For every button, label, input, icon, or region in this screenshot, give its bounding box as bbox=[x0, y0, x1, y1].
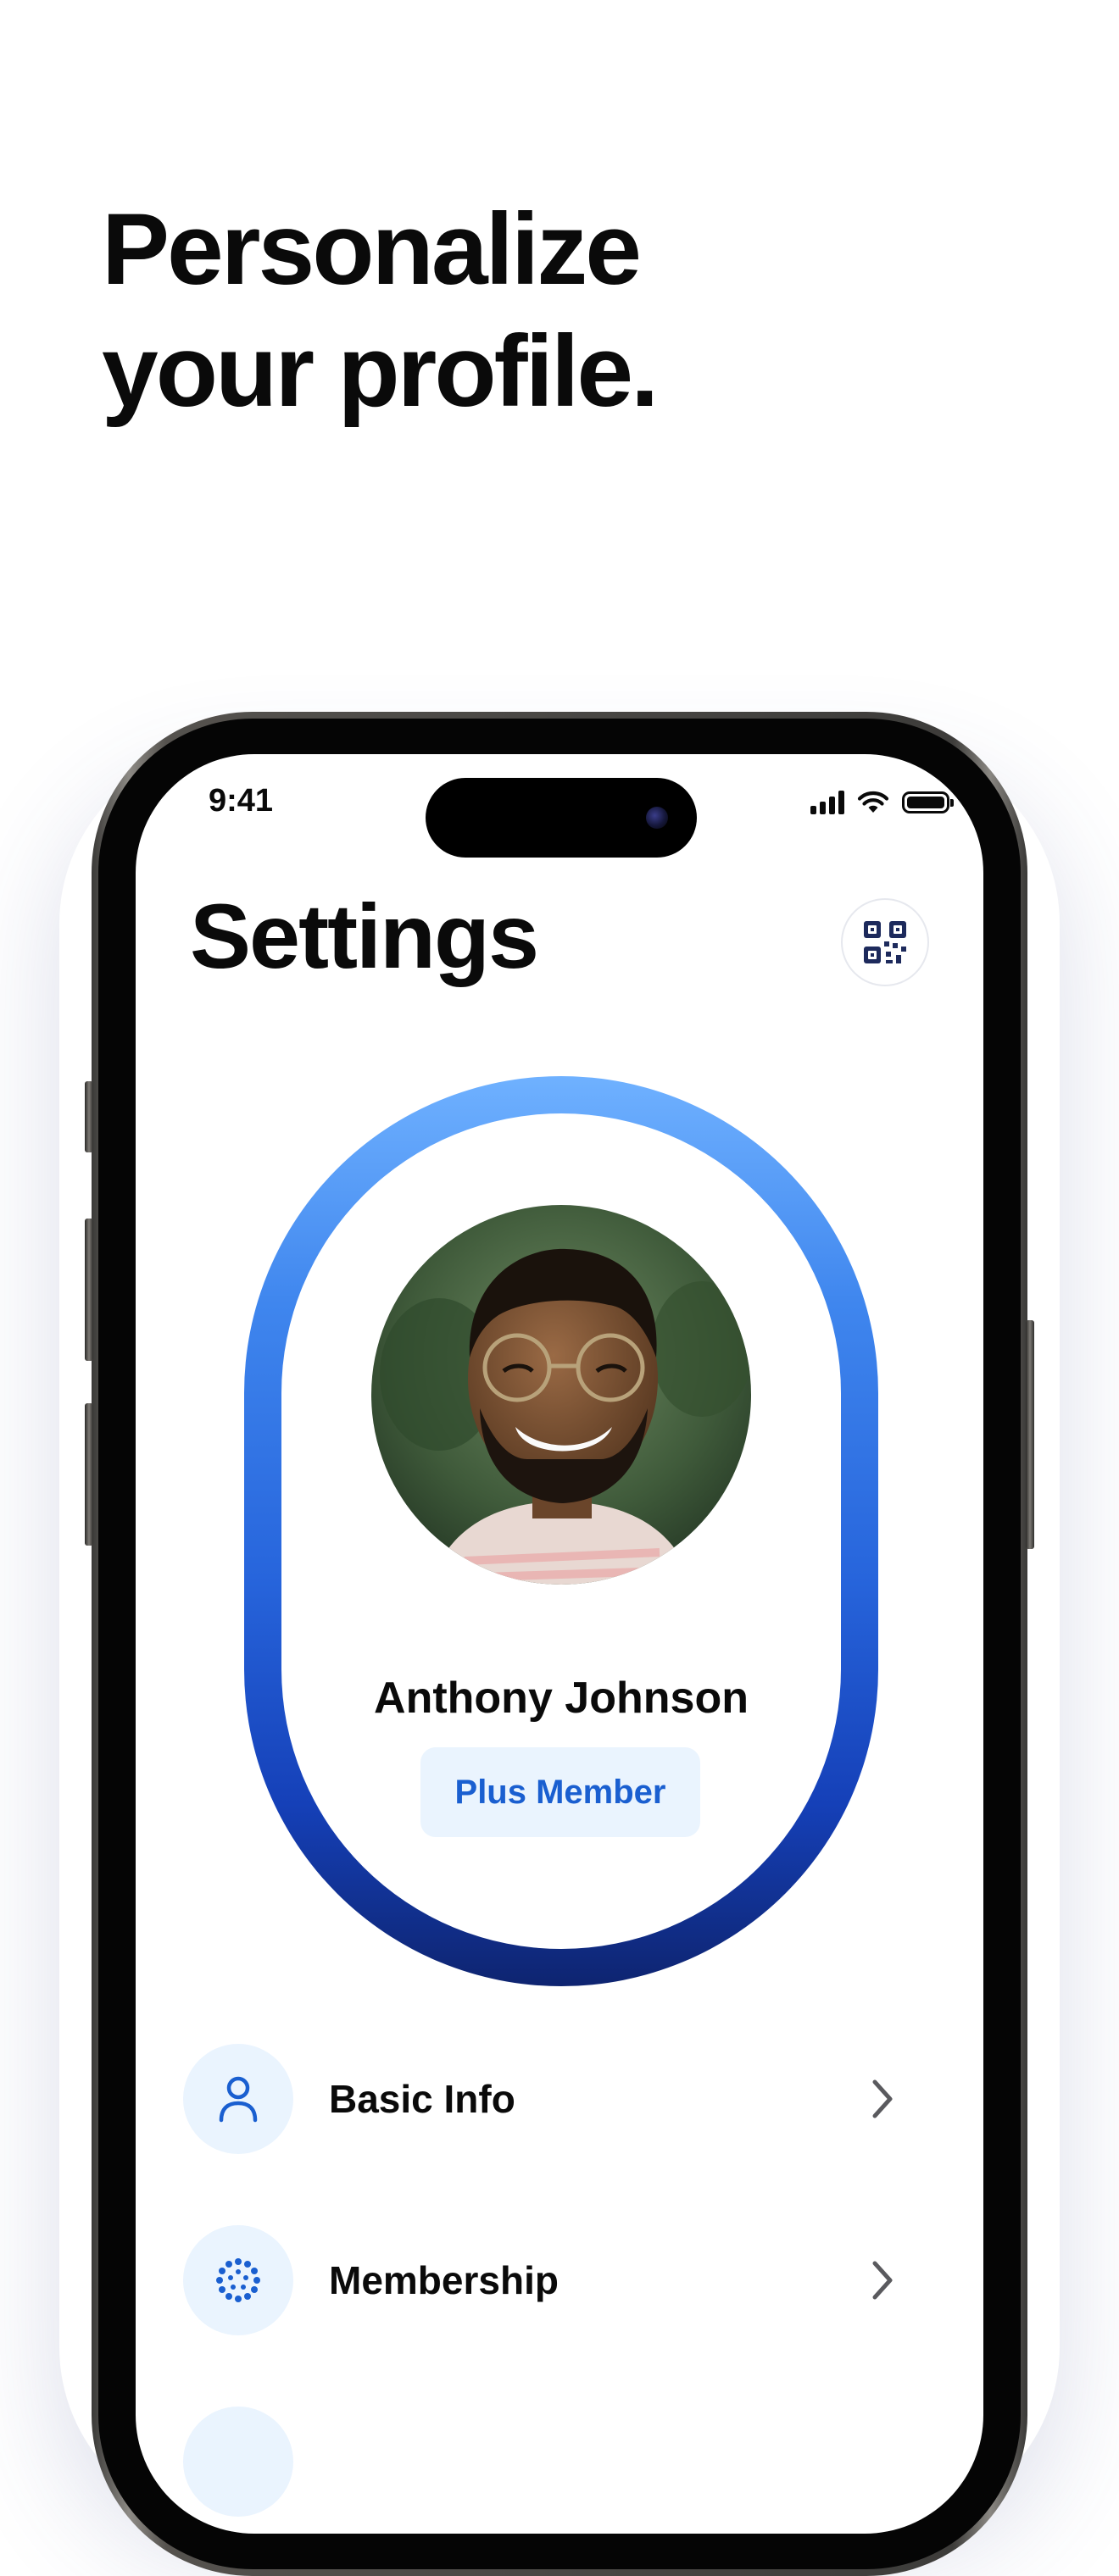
volume-up-button bbox=[85, 1219, 93, 1361]
qr-code-button[interactable] bbox=[841, 898, 929, 986]
cellular-signal-icon bbox=[810, 791, 844, 814]
menu-label-membership: Membership bbox=[329, 2258, 559, 2302]
menu-icon-bg bbox=[183, 2407, 293, 2517]
avatar[interactable] bbox=[371, 1205, 751, 1585]
qr-code-icon bbox=[864, 921, 906, 963]
volume-down-button bbox=[85, 1403, 93, 1546]
membership-badge: Plus Member bbox=[420, 1747, 700, 1837]
status-icons bbox=[810, 790, 954, 815]
menu-icon-bg bbox=[183, 2044, 293, 2154]
action-button bbox=[85, 1081, 93, 1152]
menu-item-next[interactable] bbox=[183, 2407, 929, 2517]
battery-icon bbox=[902, 791, 954, 813]
headline-line-1: Personalize bbox=[102, 192, 642, 306]
headline-line-2: your profile. bbox=[102, 314, 659, 428]
marketing-headline: Personalize your profile. bbox=[102, 188, 659, 432]
status-time: 9:41 bbox=[209, 783, 274, 819]
menu-item-membership[interactable]: Membership bbox=[183, 2225, 929, 2335]
chevron-right-icon bbox=[872, 2079, 893, 2118]
profile-card: Anthony Johnson Plus Member bbox=[281, 1113, 841, 1949]
dynamic-island bbox=[426, 778, 697, 858]
wifi-icon bbox=[857, 791, 889, 813]
phone-screen: 9:41 Settings Anthony Johnson Plus Membe… bbox=[136, 754, 983, 2534]
power-button bbox=[1026, 1320, 1034, 1549]
person-icon bbox=[219, 2076, 258, 2123]
profile-card-ring: Anthony Johnson Plus Member bbox=[244, 1076, 878, 1986]
chevron-right-icon bbox=[872, 2261, 893, 2300]
menu-icon-bg bbox=[183, 2225, 293, 2335]
avatar-photo bbox=[371, 1205, 751, 1585]
membership-dots-icon bbox=[216, 2258, 260, 2302]
page-title: Settings bbox=[190, 885, 539, 987]
menu-item-basic-info[interactable]: Basic Info bbox=[183, 2044, 929, 2154]
profile-name: Anthony Johnson bbox=[374, 1674, 749, 1723]
camera-lens bbox=[646, 807, 668, 829]
menu-label-basic-info: Basic Info bbox=[329, 2077, 515, 2121]
